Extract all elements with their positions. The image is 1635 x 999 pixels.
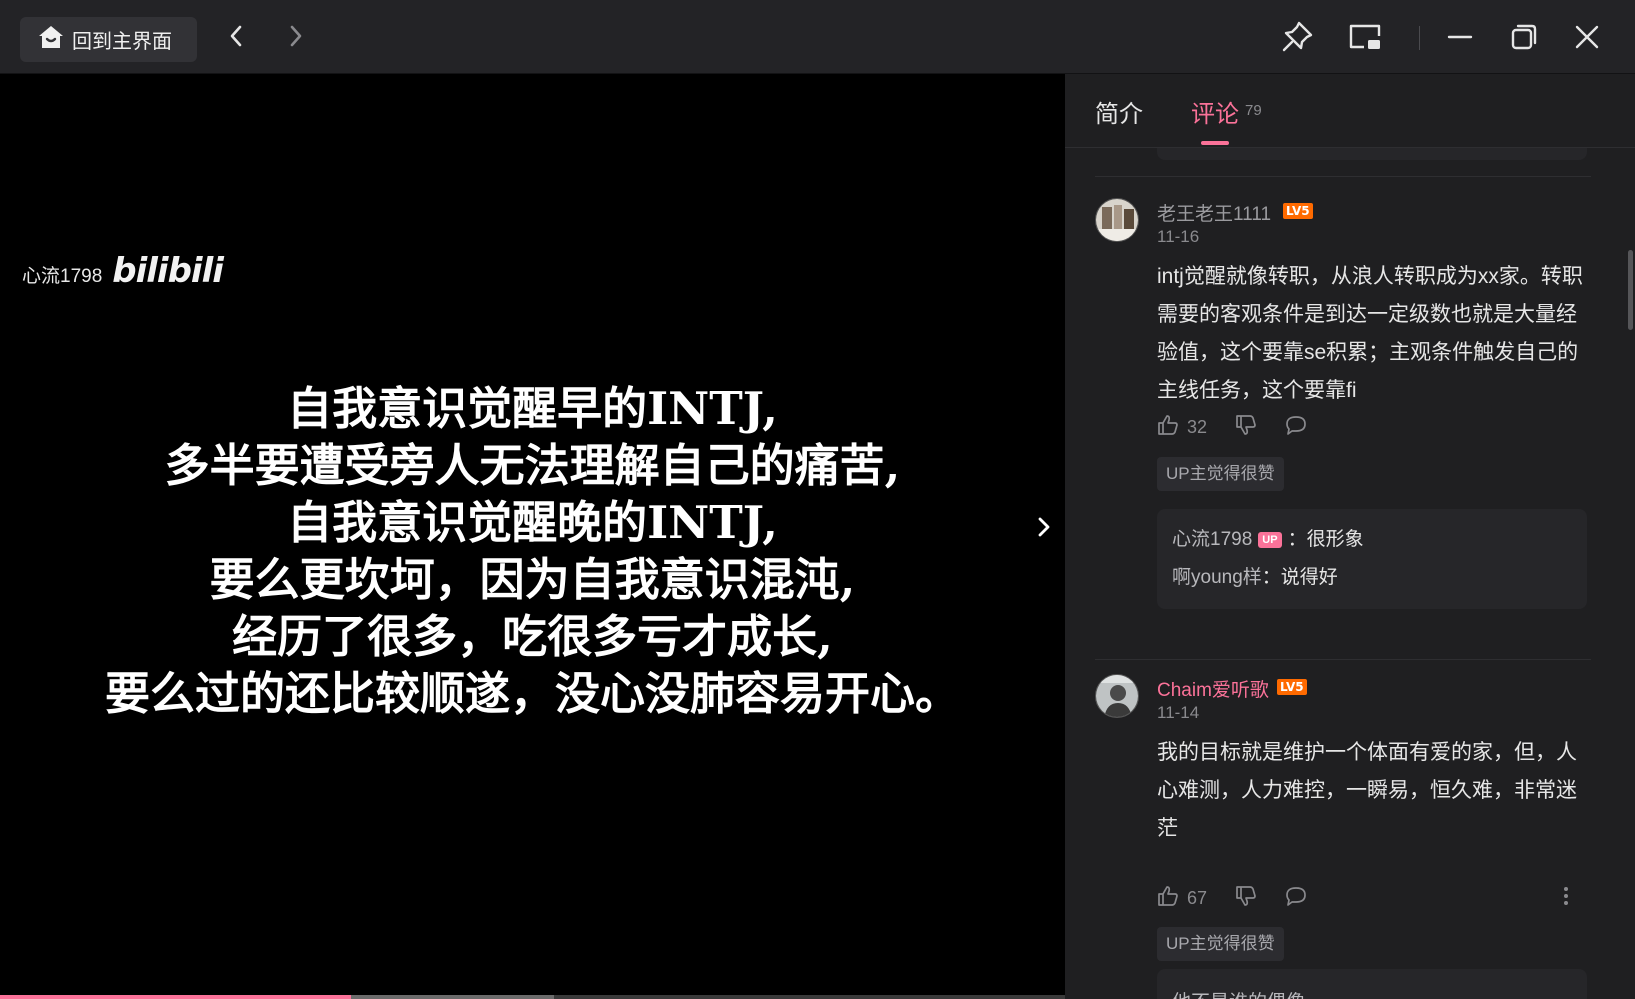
reply-button[interactable] [1285,885,1307,912]
reply-button[interactable] [1285,414,1307,441]
comment-divider [1095,659,1591,660]
pin-button[interactable] [1276,18,1318,60]
like-button[interactable]: 32 [1157,414,1207,441]
video-subtitle: 自我意识觉醒早的INTJ, 多半要遭受旁人无法理解自己的痛苦, 自我意识觉醒晚的… [0,380,1065,722]
reply-username[interactable]: 心流1798 [1172,521,1252,559]
restore-icon [1510,23,1538,56]
subtitle-line: 多半要遭受旁人无法理解自己的痛苦, [164,439,901,492]
comment-divider [1095,176,1591,177]
comment-username[interactable]: Chaim爱听歌 [1157,675,1269,702]
reply-separator: ： [1287,529,1307,550]
tab-comments[interactable]: 评论 [1191,94,1239,129]
subtitle-line: 要么过的还比较顺遂，没心没肺容易开心。 [104,667,960,720]
reply-preview-text: 他不是谁的偶像 [1172,987,1305,999]
minimize-button[interactable] [1439,18,1481,60]
subtitle-line: 经历了很多，吃很多亏才成长, [232,610,833,663]
comment-bubble-icon [1285,885,1307,912]
reply-preview-box[interactable]: 他不是谁的偶像 [1157,969,1587,999]
tab-intro[interactable]: 简介 [1095,94,1143,129]
panel-scrollbar[interactable] [1628,250,1633,330]
comment-date: 11-14 [1157,703,1200,722]
comment-date: 11-16 [1157,227,1200,246]
close-icon [1573,23,1601,56]
comment-bubble-icon [1285,414,1307,441]
next-video-arrow[interactable] [1030,509,1058,549]
minimize-icon [1446,23,1474,56]
comment-actions: 32 [1157,413,1335,441]
home-icon [38,25,64,54]
more-options-button[interactable] [1556,884,1576,912]
reply-username[interactable]: 啊young样 [1172,559,1262,597]
back-button[interactable] [218,20,254,56]
comment-text: 我的目标就是维护一个体面有爱的家，但，人心难测，人力难控，一瞬易，恒久难，非常迷… [1157,741,1577,840]
mini-window-icon [1348,22,1382,57]
watermark-username: 心流1798 [22,266,103,287]
side-panel: 简介 评论 79 老王老王1111 LV5 11-16 intj觉醒就像转职，从… [1065,74,1635,999]
progress-fill [0,995,352,999]
thumbs-down-icon [1235,414,1257,441]
reply-preview-box[interactable]: 心流1798 UP ： 很形象 啊young样 ： 说得好 [1157,509,1587,609]
like-button[interactable]: 67 [1157,885,1207,912]
like-count: 67 [1187,887,1208,908]
forward-button[interactable] [278,20,314,56]
level-badge: LV5 [1277,679,1307,695]
video-player[interactable]: 心流1798 bilibili 自我意识觉醒早的INTJ, 多半要遭受旁人无法理… [0,74,1065,999]
comment-actions: 67 [1157,884,1335,912]
subtitle-line: 自我意识觉醒早的INTJ, [287,382,778,435]
up-liked-badge: UP主觉得很赞 [1157,457,1284,491]
back-to-home-button[interactable]: 回到主界面 [20,17,197,62]
chevron-left-icon [227,24,245,53]
more-vertical-icon [1563,886,1569,911]
active-tab-indicator [1201,141,1229,145]
reply-separator: ： [1261,567,1281,588]
home-button-label: 回到主界面 [72,31,172,53]
subtitle-line: 要么更坎坷，因为自我意识混沌, [209,553,856,606]
reply-text: 说得好 [1280,567,1338,588]
comment-username[interactable]: 老王老王1111 [1157,199,1271,226]
subtitle-line: 自我意识觉醒晚的INTJ, [287,496,778,549]
bilibili-logo: bilibili [112,251,224,291]
title-bar: 回到主界面 [0,0,1635,74]
video-watermark: 心流1798 bilibili [22,251,224,291]
thumbs-up-icon [1157,885,1179,912]
close-button[interactable] [1566,18,1608,60]
level-badge: LV5 [1283,203,1313,219]
reply-item: 心流1798 UP ： 很形象 [1172,521,1572,559]
previous-reply-box [1157,148,1587,160]
up-liked-badge: UP主觉得很赞 [1157,927,1284,961]
like-count: 32 [1187,416,1208,437]
reply-text: 很形象 [1306,529,1364,550]
thumbs-up-icon [1157,414,1179,441]
mini-player-button[interactable] [1344,18,1386,60]
dislike-button[interactable] [1235,885,1257,912]
window-controls-separator [1419,26,1420,50]
avatar[interactable] [1095,198,1139,242]
progress-bar[interactable] [0,995,1065,999]
thumbs-down-icon [1235,885,1257,912]
dislike-button[interactable] [1235,414,1257,441]
comment-count: 79 [1245,102,1262,119]
restore-button[interactable] [1503,18,1545,60]
chevron-right-icon [1036,514,1052,545]
comment-text: intj觉醒就像转职，从浪人转职成为xx家。转职需要的客观条件是到达一定级数也就… [1157,265,1583,402]
pin-icon [1280,20,1314,59]
panel-tabs: 简介 评论 79 [1065,74,1635,148]
up-tag: UP [1258,532,1282,548]
avatar[interactable] [1095,674,1139,718]
reply-item: 啊young样 ： 说得好 [1172,559,1572,597]
chevron-right-icon [287,24,305,53]
